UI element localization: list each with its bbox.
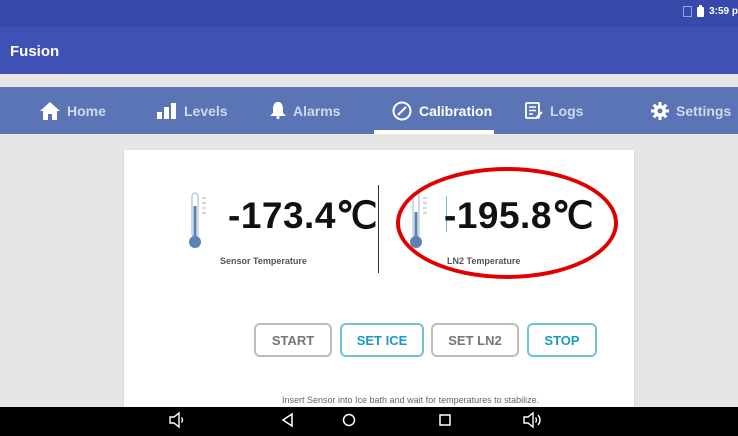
tab-label: Alarms xyxy=(293,102,341,119)
gear-icon xyxy=(651,101,669,120)
tab-bar: Home Levels Alarms Calibration Logs Sett… xyxy=(0,87,738,134)
tab-alarms[interactable]: Alarms xyxy=(270,87,340,134)
tab-label: Calibration xyxy=(419,102,493,119)
gauge-icon xyxy=(392,101,412,120)
volume-up-icon[interactable] xyxy=(522,410,544,430)
sensor-temperature-reading: -173.4℃ xyxy=(228,194,378,237)
ln2-temperature-value: -195.8℃ xyxy=(444,195,594,236)
tab-label: Home xyxy=(67,102,106,119)
tab-label: Logs xyxy=(550,102,584,119)
reading-divider xyxy=(378,185,379,273)
back-icon[interactable] xyxy=(280,410,296,430)
status-bar: 3:59 p xyxy=(0,0,738,27)
instruction-text: Insert Sensor into Ice bath and wait for… xyxy=(282,395,540,405)
tab-label: Levels xyxy=(184,102,228,119)
set-ice-button[interactable]: SET ICE xyxy=(340,323,424,357)
tab-settings[interactable]: Settings xyxy=(651,87,731,134)
bars-icon xyxy=(157,102,176,119)
volume-down-icon[interactable] xyxy=(168,410,186,430)
navigation-bar xyxy=(0,407,738,436)
battery-icon xyxy=(697,4,705,17)
app-bar: Fusion xyxy=(0,27,738,74)
tab-label: Settings xyxy=(676,102,732,119)
sensor-temperature-label: Sensor Temperature xyxy=(220,256,307,266)
thermometer-icon xyxy=(410,192,427,248)
no-sim-icon xyxy=(683,6,693,17)
set-ln2-button[interactable]: SET LN2 xyxy=(431,323,519,357)
sensor-temperature-value: -173.4℃ xyxy=(228,195,378,236)
log-icon xyxy=(525,101,543,119)
status-icons: 3:59 p xyxy=(683,4,738,17)
ln2-temperature-label: LN2 Temperature xyxy=(447,256,521,266)
app-title: Fusion xyxy=(10,43,60,60)
recents-icon[interactable] xyxy=(437,410,453,430)
thermometer-icon xyxy=(189,192,206,248)
bell-icon xyxy=(270,102,286,119)
tab-logs[interactable]: Logs xyxy=(525,87,583,134)
home-button-icon[interactable] xyxy=(340,410,358,430)
status-time: 3:59 p xyxy=(709,6,738,17)
stop-button[interactable]: STOP xyxy=(527,323,597,357)
calibration-card xyxy=(124,150,634,420)
tab-calibration[interactable]: Calibration xyxy=(392,87,492,134)
ln2-temperature-reading: -195.8℃ xyxy=(444,194,594,237)
start-button[interactable]: START xyxy=(254,323,332,357)
home-icon xyxy=(40,101,60,120)
tab-levels[interactable]: Levels xyxy=(157,87,228,134)
tab-home[interactable]: Home xyxy=(40,87,106,134)
